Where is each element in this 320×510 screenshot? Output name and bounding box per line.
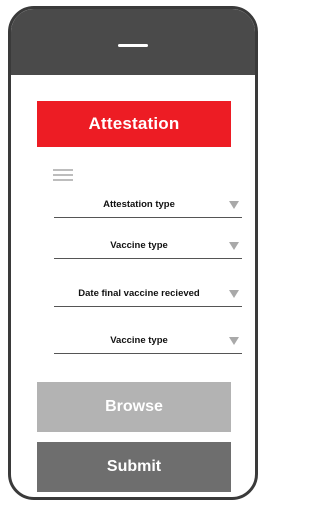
browse-button[interactable]: Browse: [37, 382, 231, 432]
dropdown-arrow-icon: [229, 242, 239, 250]
dropdown-arrow-icon: [229, 290, 239, 298]
date-final-vaccine-dropdown[interactable]: Date final vaccine recieved: [54, 285, 242, 307]
dropdown-label: Vaccine type: [110, 240, 168, 251]
submit-button[interactable]: Submit: [37, 442, 231, 492]
attestation-type-dropdown[interactable]: Attestation type: [54, 196, 242, 218]
phone-frame: Attestation Attestation type Vaccine typ…: [8, 6, 258, 500]
phone-top-bezel: [11, 9, 255, 75]
hamburger-menu-icon[interactable]: [53, 169, 73, 181]
page-header: Attestation: [37, 101, 231, 147]
vaccine-type-dropdown-2[interactable]: Vaccine type: [54, 332, 242, 354]
dropdown-arrow-icon: [229, 201, 239, 209]
dropdown-label: Vaccine type: [110, 335, 168, 346]
dropdown-label: Date final vaccine recieved: [78, 288, 200, 299]
speaker-slot: [118, 44, 148, 47]
dropdown-label: Attestation type: [103, 199, 175, 210]
vaccine-type-dropdown[interactable]: Vaccine type: [54, 237, 242, 259]
dropdown-arrow-icon: [229, 337, 239, 345]
page-title: Attestation: [88, 114, 180, 133]
